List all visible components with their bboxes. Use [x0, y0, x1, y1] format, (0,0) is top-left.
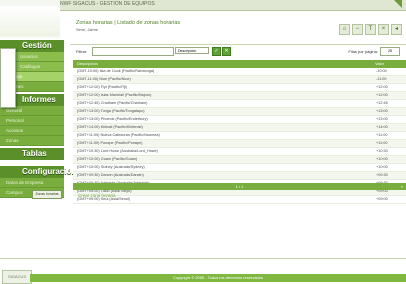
pager: 1 / 1 »: [73, 183, 406, 190]
back-icon[interactable]: ◂: [391, 24, 402, 35]
cell-description: (GMT+13:00) Phoenix (Pacific/Enderbury): [77, 117, 148, 121]
table-row[interactable]: (GMT+10:00) Sídney (Australia/Sydney) +10…: [73, 164, 406, 172]
logo-area: [0, 0, 60, 38]
sidebar-popover: [0, 48, 16, 108]
cell-description: (GMT+10:00) Sídney (Australia/Sydney): [77, 165, 145, 169]
cell-value: +14:00: [376, 125, 388, 129]
table-row[interactable]: (GMT+12:00) Fiyi (Pacific/Fiji) +12:00: [73, 84, 406, 92]
rows-per-page-label: Filas por página:: [348, 49, 378, 54]
sidebar-item-zonas[interactable]: Zonas: [0, 136, 64, 146]
cell-description: (GMT+12:00) Fiyi (Pacific/Fiji): [77, 85, 128, 89]
cell-description: (GMT+11:00) Nueva Caledonia (Pacific/Nou…: [77, 133, 160, 137]
table-row[interactable]: (GMT+09:00) Seúl (Asia/Seoul) +09:00: [73, 196, 406, 204]
rows-per-page-select[interactable]: 25: [380, 47, 400, 56]
table-row[interactable]: (GMT-10:00) Isla de Cook (Pacific/Raroto…: [73, 68, 406, 76]
cell-value: +10:00: [376, 157, 388, 161]
cell-value: +12:45: [376, 101, 388, 105]
cell-value: +13:00: [376, 109, 388, 113]
cell-description: (GMT+12:45) Chatham (Pacific/Chatham): [77, 101, 148, 105]
table-row[interactable]: (GMT+13:00) Tonga (Pacific/Tongatapu) +13…: [73, 108, 406, 116]
sidebar-section-configuracion[interactable]: Configuración: [0, 166, 76, 178]
cell-value: +09:30: [376, 173, 388, 177]
logo-shadow: [0, 6, 60, 36]
table-row[interactable]: (GMT+12:00) Islas Marshall (Pacific/Maju…: [73, 92, 406, 100]
cell-value: +09:00: [376, 197, 388, 201]
close-icon[interactable]: ×: [378, 24, 389, 35]
cell-value: +12:00: [376, 93, 388, 97]
cell-description: (GMT+13:00) Tonga (Pacific/Tongatapu): [77, 109, 145, 113]
cell-description: (GMT+12:00) Islas Marshall (Pacific/Maju…: [77, 93, 152, 97]
sidebar: Gestión Usuarios Catálogos Equipos Infor…: [0, 40, 76, 260]
cell-value: +13:00: [376, 117, 388, 121]
top-bar: NWF SIGACUS - GESTION DE EQUIPOS: [0, 0, 406, 11]
pager-text: 1 / 1: [235, 184, 244, 189]
corner-decoration-icon: [394, 0, 402, 8]
text-icon[interactable]: T: [365, 24, 376, 35]
sidebar-zonas-button[interactable]: Zonas horarias: [32, 190, 62, 199]
new-timezone-link[interactable]: Crear zona horaria: [78, 193, 116, 198]
cell-description: (GMT+10:00) Guam (Pacific/Guam): [77, 157, 138, 161]
filter-bar: Filtrar: Descripción ✓ ✕ Filas por págin…: [70, 44, 406, 59]
filter-field-select[interactable]: Descripción: [175, 47, 209, 54]
next-page-icon[interactable]: »: [401, 183, 403, 190]
sidebar-section-tablas[interactable]: Tablas: [0, 148, 64, 160]
table-row[interactable]: (GMT-11:00) Niue (Pacific/Niue) -11:00: [73, 76, 406, 84]
cell-description: (GMT-10:00) Isla de Cook (Pacific/Raroto…: [77, 69, 155, 73]
table-row[interactable]: (GMT+14:00) Kiribati (Pacific/Kiritimati…: [73, 124, 406, 132]
footer: Copyright © 2006 - Todos los derechos re…: [30, 274, 406, 282]
table-row[interactable]: (GMT+11:00) Ponape (Pacific/Ponape) +11:0…: [73, 140, 406, 148]
cell-description: (GMT+09:30) Darwin (Australia/Darwin): [77, 173, 144, 177]
current-user: Sime, Jaime: [76, 27, 99, 32]
cell-value: +11:00: [376, 141, 388, 145]
filter-input[interactable]: [92, 47, 174, 56]
sidebar-item-datos-empresa[interactable]: Datos de Empresa: [0, 178, 64, 188]
filter-label: Filtrar:: [76, 49, 88, 54]
cell-value: +10:30: [376, 149, 388, 153]
table-row[interactable]: (GMT+10:00) Guam (Pacific/Guam) +10:00: [73, 156, 406, 164]
table-header: Descripción Valor: [73, 60, 406, 68]
cell-value: +12:00: [376, 85, 388, 89]
cell-value: +11:00: [376, 133, 388, 137]
cell-value: -11:00: [376, 77, 387, 81]
table-row[interactable]: (GMT+10:30) Lord Howe (Australia/Lord_Ho…: [73, 148, 406, 156]
column-header-description[interactable]: Descripción: [77, 60, 98, 68]
column-header-value[interactable]: Valor: [375, 60, 384, 68]
table-row[interactable]: (GMT+11:00) Nueva Caledonia (Pacific/Nou…: [73, 132, 406, 140]
table-row[interactable]: (GMT+13:00) Phoenix (Pacific/Enderbury) +…: [73, 116, 406, 124]
page-title: Zonas horarias | Listado de zonas horari…: [76, 20, 181, 26]
filter-apply-icon[interactable]: ✓: [212, 47, 221, 56]
cell-description: (GMT+11:00) Ponape (Pacific/Ponape): [77, 141, 143, 145]
toolbar: ⌂ − T × ◂: [339, 24, 402, 35]
cell-value: +10:00: [376, 165, 388, 169]
page-header: Zonas horarias | Listado de zonas horari…: [70, 18, 406, 40]
table-row[interactable]: (GMT+09:30) Darwin (Australia/Darwin) +09…: [73, 172, 406, 180]
sidebar-item-personal[interactable]: Personal: [0, 116, 64, 126]
cell-description: (GMT+14:00) Kiribati (Pacific/Kiritimati…: [77, 125, 143, 129]
cell-description: (GMT+10:30) Lord Howe (Australia/Lord_Ho…: [77, 149, 158, 153]
footer-divider: [0, 258, 406, 259]
cell-value: -10:00: [376, 69, 387, 73]
delete-icon[interactable]: −: [352, 24, 363, 35]
top-bar-title: NWF SIGACUS - GESTION DE EQUIPOS: [60, 1, 155, 7]
sidebar-item-accesos[interactable]: Accesos: [0, 126, 64, 136]
table-row[interactable]: (GMT+12:45) Chatham (Pacific/Chatham) +12…: [73, 100, 406, 108]
cell-description: (GMT-11:00) Niue (Pacific/Niue): [77, 77, 131, 81]
home-icon[interactable]: ⌂: [339, 24, 350, 35]
filter-clear-icon[interactable]: ✕: [222, 47, 231, 56]
